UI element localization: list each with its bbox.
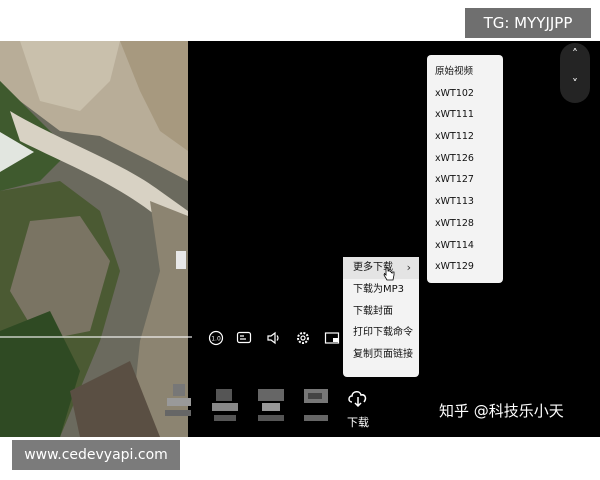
blurred-thumbnail <box>256 389 286 423</box>
website-badge: www.cedevyapi.com <box>12 440 180 470</box>
quality-submenu: 原始视频 xWT102 xWT111 xWT112 xWT126 xWT127 … <box>427 55 503 283</box>
quality-option[interactable]: xWT114 <box>427 235 503 257</box>
cloud-download-icon <box>348 391 367 408</box>
download-menu: 更多下载 › 下载为MP3 下载封面 打印下载命令 复制页面链接 <box>343 257 419 377</box>
blurred-thumbnail <box>210 389 240 423</box>
chevron-down-icon[interactable]: ˅ <box>560 77 590 91</box>
quality-option[interactable]: xWT111 <box>427 104 503 126</box>
quality-option[interactable]: xWT129 <box>427 256 503 278</box>
screen-icon[interactable] <box>322 328 342 348</box>
download-button[interactable]: 下载 <box>342 388 374 430</box>
speed-value: 1.0 <box>211 336 221 343</box>
blurred-thumbnail <box>163 384 193 418</box>
quality-option[interactable]: xWT102 <box>427 83 503 105</box>
quality-option[interactable]: xWT127 <box>427 169 503 191</box>
download-label: 下载 <box>347 416 369 429</box>
telegram-badge: TG: MYYJJPP <box>465 8 591 38</box>
quality-option[interactable]: xWT128 <box>427 213 503 235</box>
progress-bar[interactable] <box>0 336 192 338</box>
danmaku-icon[interactable] <box>234 328 254 348</box>
menu-item-print-command[interactable]: 打印下载命令 <box>343 322 419 344</box>
menu-item-copy-link[interactable]: 复制页面链接 <box>343 344 419 366</box>
volume-icon[interactable] <box>264 328 284 348</box>
quality-option[interactable]: xWT113 <box>427 191 503 213</box>
quality-option[interactable]: 原始视频 <box>427 61 503 83</box>
quality-option[interactable]: xWT126 <box>427 148 503 170</box>
menu-item-cover[interactable]: 下载封面 <box>343 301 419 323</box>
blurred-thumbnail <box>302 389 332 423</box>
chevron-up-icon[interactable]: ˄ <box>560 47 590 61</box>
watermark-text: 知乎 @科技乐小天 <box>439 402 564 420</box>
gear-icon[interactable] <box>293 328 313 348</box>
video-player[interactable]: 1.0 下载 更多下载 › 下载为MP3 下载封面 打印下载命令 复制页面链接 <box>0 41 600 437</box>
play-icon[interactable] <box>0 132 34 172</box>
scroll-control: ˄ ˅ <box>560 43 590 103</box>
menu-item-mp3[interactable]: 下载为MP3 <box>343 279 419 301</box>
video-frame-image <box>0 41 188 437</box>
menu-item-more-downloads[interactable]: 更多下载 › <box>343 257 419 281</box>
quality-option[interactable]: xWT112 <box>427 126 503 148</box>
speed-icon[interactable]: 1.0 <box>206 328 226 348</box>
chevron-right-icon: › <box>406 261 411 274</box>
